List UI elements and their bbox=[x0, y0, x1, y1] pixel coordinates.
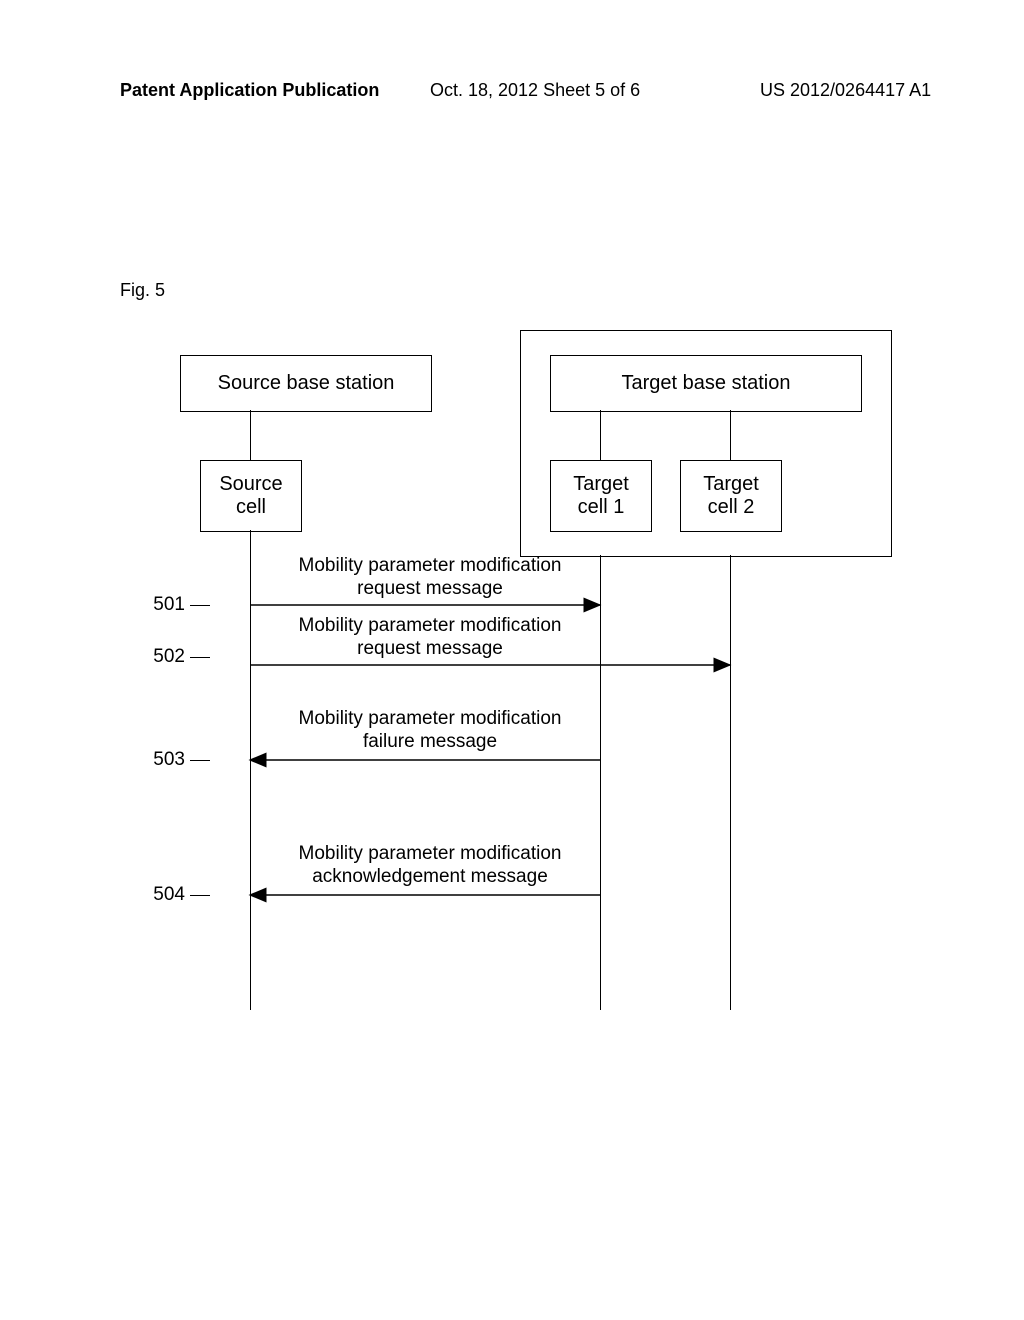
step-503-tick bbox=[190, 760, 210, 761]
step-502-num: 502 bbox=[145, 646, 185, 668]
msg-501-label: Mobility parameter modification request … bbox=[270, 555, 590, 601]
msg-502-label: Mobility parameter modification request … bbox=[270, 615, 590, 661]
step-501-tick bbox=[190, 605, 210, 606]
msg-503-label: Mobility parameter modification failure … bbox=[270, 708, 590, 754]
arrows-layer bbox=[120, 330, 900, 1030]
step-502-tick bbox=[190, 657, 210, 658]
step-504-num: 504 bbox=[145, 884, 185, 906]
step-503-num: 503 bbox=[145, 749, 185, 771]
header-right: US 2012/0264417 A1 bbox=[760, 80, 931, 101]
page: Patent Application Publication Oct. 18, … bbox=[0, 0, 1024, 1320]
sequence-diagram: Source base station Target base station … bbox=[120, 330, 900, 1030]
header-left: Patent Application Publication bbox=[120, 80, 379, 101]
step-504-tick bbox=[190, 895, 210, 896]
header-center: Oct. 18, 2012 Sheet 5 of 6 bbox=[430, 80, 640, 101]
msg-504-label: Mobility parameter modification acknowle… bbox=[270, 843, 590, 889]
step-501-num: 501 bbox=[145, 594, 185, 616]
page-header: Patent Application Publication Oct. 18, … bbox=[0, 80, 1024, 110]
figure-label: Fig. 5 bbox=[120, 280, 165, 301]
